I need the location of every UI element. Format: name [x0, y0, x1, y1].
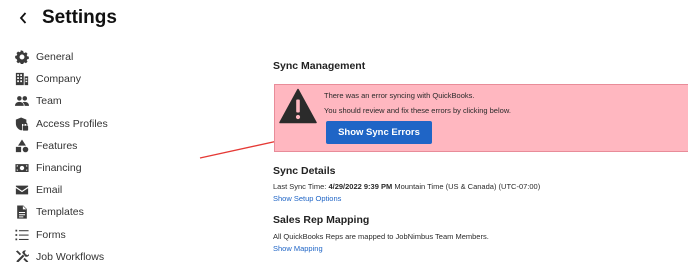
- chevron-left-icon: [19, 12, 27, 24]
- sidebar-item-label: Email: [36, 184, 63, 197]
- sidebar-item-label: Company: [36, 73, 81, 86]
- envelope-icon: [15, 183, 29, 197]
- sync-details-heading: Sync Details: [273, 165, 336, 177]
- main-content: Sync Management There was an error synci…: [273, 0, 688, 262]
- sidebar-item-general[interactable]: General: [15, 46, 195, 68]
- show-mapping-link[interactable]: Show Mapping: [273, 244, 323, 253]
- sidebar-item-company[interactable]: Company: [15, 68, 195, 90]
- list-icon: [15, 228, 29, 242]
- sidebar-item-access-profiles[interactable]: Access Profiles: [15, 113, 195, 135]
- money-icon: [15, 161, 29, 175]
- error-banner: There was an error syncing with QuickBoo…: [274, 84, 688, 152]
- sync-management-heading: Sync Management: [273, 60, 366, 72]
- document-icon: [15, 205, 29, 219]
- sidebar-item-templates[interactable]: Templates: [15, 201, 195, 223]
- shield-lock-icon: [15, 117, 29, 131]
- sidebar: General Company Team Access Profiles Fea…: [15, 46, 195, 262]
- page-title: Settings: [42, 7, 117, 28]
- last-sync-prefix: Last Sync Time:: [273, 182, 329, 191]
- sidebar-item-label: Financing: [36, 162, 82, 175]
- back-button[interactable]: [16, 8, 30, 28]
- building-icon: [15, 72, 29, 86]
- rep-mapping-status: All QuickBooks Reps are mapped to JobNim…: [273, 232, 489, 241]
- show-sync-errors-button[interactable]: Show Sync Errors: [326, 121, 432, 144]
- sidebar-item-features[interactable]: Features: [15, 135, 195, 157]
- sidebar-item-label: Team: [36, 95, 62, 108]
- sidebar-item-label: General: [36, 51, 74, 64]
- sidebar-item-label: Access Profiles: [36, 117, 108, 130]
- sidebar-item-label: Features: [36, 139, 78, 152]
- sidebar-item-label: Templates: [36, 206, 84, 219]
- sidebar-item-job-workflows[interactable]: Job Workflows: [15, 246, 195, 262]
- error-message: There was an error syncing with QuickBoo…: [324, 91, 475, 100]
- warning-icon: [279, 88, 317, 124]
- sidebar-item-forms[interactable]: Forms: [15, 224, 195, 246]
- show-setup-options-link[interactable]: Show Setup Options: [273, 194, 341, 203]
- error-instruction: You should review and fix these errors b…: [324, 106, 511, 115]
- shapes-icon: [15, 139, 29, 153]
- sidebar-item-financing[interactable]: Financing: [15, 157, 195, 179]
- header: Settings: [16, 6, 117, 30]
- tools-icon: [15, 250, 29, 262]
- team-icon: [15, 94, 29, 108]
- sidebar-item-email[interactable]: Email: [15, 179, 195, 201]
- last-sync-time: Last Sync Time: 4/29/2022 9:39 PM Mounta…: [273, 182, 540, 191]
- last-sync-suffix: Mountain Time (US & Canada) (UTC-07:00): [392, 182, 541, 191]
- sidebar-item-team[interactable]: Team: [15, 90, 195, 112]
- last-sync-value: 4/29/2022 9:39 PM: [328, 182, 393, 191]
- sidebar-item-label: Job Workflows: [36, 250, 105, 262]
- sidebar-item-label: Forms: [36, 228, 66, 241]
- gear-icon: [15, 50, 29, 65]
- sales-rep-mapping-heading: Sales Rep Mapping: [273, 214, 370, 226]
